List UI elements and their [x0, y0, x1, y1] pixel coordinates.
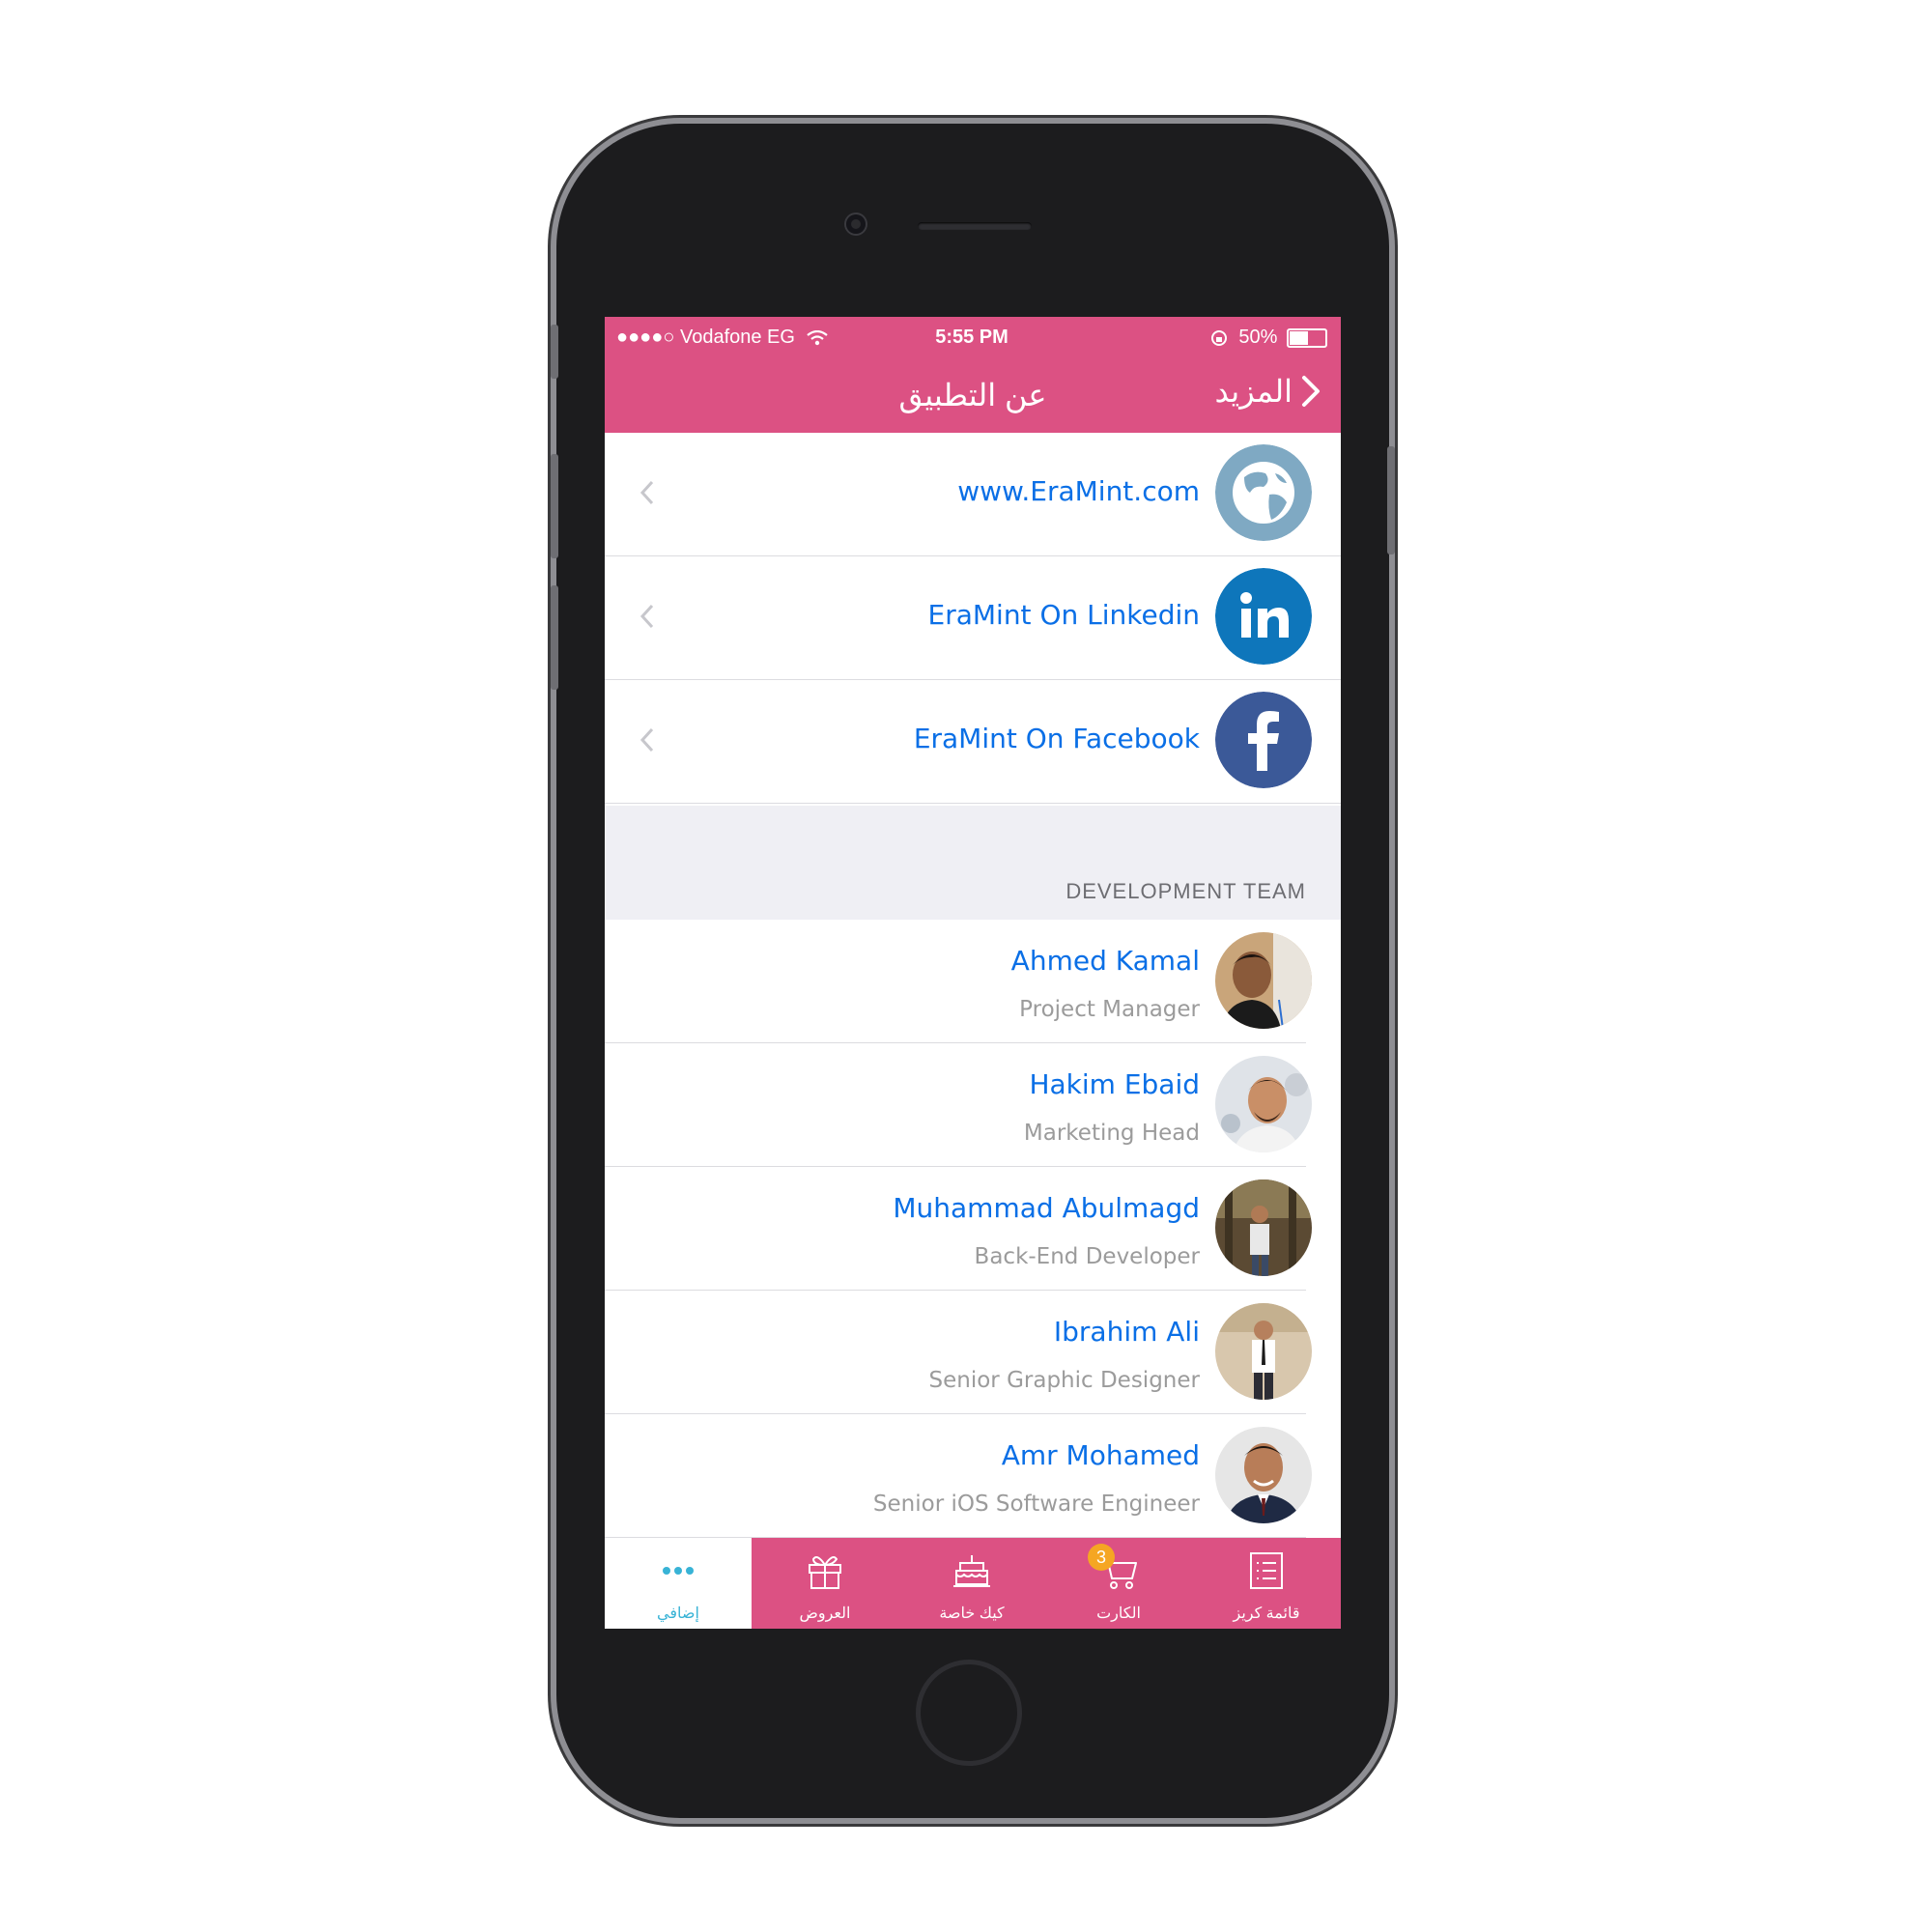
cart-badge: 3 [1088, 1544, 1115, 1571]
member-name: Hakim Ebaid [1029, 1068, 1200, 1100]
section-header: DEVELOPMENT TEAM [605, 806, 1341, 920]
rotation-lock-icon [1210, 329, 1227, 346]
front-camera [846, 214, 866, 234]
volume-up-button [551, 454, 558, 558]
member-role: Project Manager [1019, 997, 1200, 1022]
back-button-label: المزيد [1214, 374, 1293, 409]
chevron-right-icon [1302, 376, 1320, 407]
team-member-row[interactable]: Ibrahim Ali Senior Graphic Designer [605, 1291, 1341, 1414]
section-title: DEVELOPMENT TEAM [1065, 879, 1306, 903]
cake-icon [953, 1555, 990, 1587]
chevron-left-icon [639, 604, 654, 629]
linkedin-link-label: EraMint On Linkedin [927, 599, 1200, 631]
tab-more[interactable]: إضافي [605, 1538, 752, 1629]
tab-cart[interactable]: 3 الكارت [1045, 1538, 1192, 1629]
member-role: Back-End Developer [974, 1244, 1200, 1269]
back-button[interactable]: المزيد [1215, 373, 1322, 410]
tab-menu-list[interactable]: قائمة كريز [1192, 1538, 1341, 1629]
tab-label: إضافي [657, 1605, 699, 1622]
member-role: Senior Graphic Designer [928, 1368, 1200, 1393]
chevron-left-icon [639, 727, 654, 753]
website-link-row[interactable]: www.EraMint.com [605, 433, 1341, 556]
member-name: Ahmed Kamal [1010, 945, 1200, 977]
tab-bar: إضافي العروض كيك خاصة 3 الكارت قائمة كري… [605, 1538, 1341, 1629]
member-avatar [1215, 1303, 1312, 1400]
battery-percent: 50% [1238, 327, 1278, 348]
linkedin-icon [1215, 568, 1312, 665]
facebook-link-row[interactable]: EraMint On Facebook [605, 680, 1341, 804]
member-role: Marketing Head [1023, 1121, 1200, 1146]
member-name: Ibrahim Ali [1053, 1316, 1200, 1348]
power-button [1387, 446, 1395, 554]
mute-switch [551, 325, 558, 379]
team-member-row[interactable]: Hakim Ebaid Marketing Head [605, 1043, 1341, 1167]
tab-label: قائمة كريز [1233, 1605, 1300, 1622]
tab-label: الكارت [1096, 1605, 1141, 1622]
status-bar: ●●●●○ Vodafone EG 5:55 PM 50% [616, 327, 1327, 354]
team-member-row[interactable]: Ahmed Kamal Project Manager [605, 920, 1341, 1043]
member-role: Senior iOS Software Engineer [872, 1492, 1200, 1517]
team-member-row[interactable]: Muhammad Abulmagd Back-End Developer [605, 1167, 1341, 1291]
earpiece-speaker [918, 222, 1032, 230]
list-icon [1250, 1552, 1283, 1589]
gift-icon [809, 1556, 841, 1589]
header-bar: ●●●●○ Vodafone EG 5:55 PM 50% عن التطبيق… [605, 317, 1341, 433]
tab-special-cake[interactable]: كيك خاصة [898, 1538, 1045, 1629]
member-name: Muhammad Abulmagd [893, 1192, 1200, 1224]
tab-label: العروض [799, 1605, 851, 1622]
facebook-link-label: EraMint On Facebook [913, 723, 1200, 754]
linkedin-link-row[interactable]: EraMint On Linkedin [605, 556, 1341, 680]
app-screen: ●●●●○ Vodafone EG 5:55 PM 50% عن التطبيق… [605, 317, 1341, 1629]
facebook-icon [1215, 692, 1312, 788]
tab-label: كيك خاصة [939, 1605, 1005, 1622]
home-button[interactable] [916, 1660, 1022, 1766]
tab-offers[interactable]: العروض [752, 1538, 898, 1629]
battery-icon [1287, 327, 1327, 348]
member-avatar [1215, 1056, 1312, 1152]
member-avatar [1215, 1427, 1312, 1523]
team-member-row[interactable]: Amr Mohamed Senior iOS Software Engineer [605, 1414, 1341, 1538]
chevron-left-icon [639, 480, 654, 505]
globe-icon [1215, 444, 1312, 541]
more-dots-icon [663, 1567, 694, 1575]
member-avatar [1215, 1179, 1312, 1276]
member-avatar [1215, 932, 1312, 1029]
member-name: Amr Mohamed [1001, 1439, 1200, 1471]
volume-down-button [551, 585, 558, 690]
website-link-label: www.EraMint.com [957, 475, 1200, 507]
